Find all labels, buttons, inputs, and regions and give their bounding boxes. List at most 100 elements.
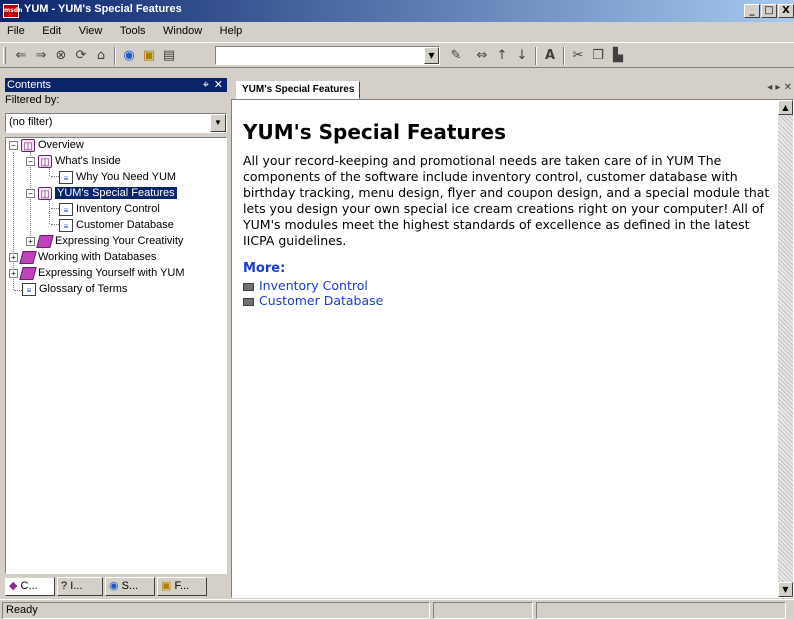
menu-window[interactable]: Window	[156, 22, 209, 40]
filter-label: Filtered by:	[5, 94, 60, 106]
forward-icon[interactable]: ⇒	[32, 47, 50, 65]
more-label: More:	[243, 261, 286, 276]
toolbar-separator	[535, 47, 537, 65]
status-bar: Ready	[0, 599, 794, 619]
filter-select[interactable]: (no filter) ▼	[5, 113, 227, 133]
link-label: Customer Database	[259, 293, 384, 308]
expand-icon[interactable]: +	[26, 236, 35, 246]
stop-icon[interactable]: ⊗	[52, 47, 70, 65]
tree-item-glossary[interactable]: ≡ Glossary of Terms	[22, 282, 127, 298]
tree-item-expressing-creativity[interactable]: + Expressing Your Creativity	[26, 234, 183, 250]
toolbar-grip[interactable]	[3, 47, 6, 64]
tree-item-label: What's Inside	[55, 155, 121, 167]
tab-index[interactable]: ? I...	[57, 577, 103, 596]
tree-line	[14, 290, 22, 291]
contents-tree[interactable]: − ◫ Overview − ◫ What's Inside ≡ Why You Need…	[5, 137, 227, 574]
document-frame: YUM's Special Features All your record-k…	[231, 99, 794, 598]
tab-search[interactable]: ◉ S...	[105, 577, 155, 596]
document-pane: YUM's Special Features ◂ ▸ ✕ YUM's Speci…	[231, 78, 794, 598]
close-button[interactable]: X	[778, 4, 794, 18]
vertical-scrollbar[interactable]: ▲ ▼	[778, 100, 793, 597]
url-combo[interactable]: ▼	[215, 46, 440, 65]
tree-line	[49, 200, 50, 224]
cut-icon[interactable]: ✂	[569, 47, 587, 65]
menu-bar: File Edit View Tools Window Help	[0, 22, 794, 42]
tab-favorites[interactable]: ▣ F...	[157, 577, 207, 596]
toolbar-separator	[563, 47, 565, 65]
search-tab-icon: ◉	[109, 580, 119, 592]
home-icon[interactable]: ⌂	[92, 47, 110, 65]
down-icon[interactable]: ↓	[513, 47, 531, 65]
refresh-icon[interactable]: ⟳	[72, 47, 90, 65]
tree-item-working-with-databases[interactable]: + Working with Databases	[9, 250, 156, 266]
tree-item-label: Why You Need YUM	[76, 171, 177, 183]
chevron-down-icon[interactable]: ▼	[210, 114, 226, 132]
tree-item-special-features[interactable]: − ◫ YUM's Special Features	[26, 186, 177, 202]
expand-icon[interactable]: +	[9, 252, 18, 262]
back-icon[interactable]: ⇐	[12, 47, 30, 65]
paste-icon[interactable]: ▙	[609, 47, 627, 65]
toolbar-separator	[114, 47, 116, 65]
maximize-button[interactable]: □	[761, 4, 777, 18]
document-tab[interactable]: YUM's Special Features	[236, 81, 361, 99]
tree-item-whats-inside[interactable]: − ◫ What's Inside	[26, 154, 121, 170]
menu-tools[interactable]: Tools	[113, 22, 153, 40]
close-icon[interactable]: ✕	[214, 78, 223, 92]
closed-book-icon	[19, 266, 37, 280]
collapse-icon[interactable]: −	[26, 188, 35, 198]
closed-book-icon	[36, 234, 54, 248]
scroll-down-icon[interactable]: ▼	[778, 582, 793, 597]
contents-pane: Contents ⌖ ✕ Filtered by: (no filter) ▼ …	[5, 78, 227, 598]
document-content: YUM's Special Features All your record-k…	[243, 120, 778, 308]
tree-item-inventory-control[interactable]: ≡ Inventory Control	[59, 202, 160, 218]
tree-line	[51, 208, 59, 209]
tree-item-why-you-need-yum[interactable]: ≡ Why You Need YUM	[59, 170, 176, 186]
expand-icon[interactable]: +	[9, 268, 18, 278]
tab-nav-icon[interactable]: ◂ ▸ ✕	[767, 82, 792, 93]
font-size-icon[interactable]: A	[541, 47, 559, 65]
filter-value: (no filter)	[9, 116, 53, 128]
tree-item-label: Working with Databases	[38, 251, 157, 263]
page-icon: ≡	[59, 218, 73, 232]
menu-help[interactable]: Help	[213, 22, 250, 40]
status-text: Ready	[2, 602, 430, 619]
collapse-icon[interactable]: −	[9, 140, 18, 150]
tab-label: C...	[20, 580, 38, 592]
new-icon[interactable]: ✎	[447, 47, 465, 65]
resize-icon[interactable]: ⇔	[473, 47, 491, 65]
scroll-up-icon[interactable]: ▲	[778, 100, 793, 115]
tree-item-expressing-yourself[interactable]: + Expressing Yourself with YUM	[9, 266, 185, 282]
open-book-icon: ◫	[21, 138, 35, 152]
sync-contents-icon[interactable]: ▤	[160, 47, 178, 65]
title-bar: msdn YUM - YUM's Special Features _ □ X	[0, 0, 794, 22]
contents-pane-header: Contents ⌖ ✕	[5, 78, 227, 92]
menu-file[interactable]: File	[0, 22, 32, 40]
page-icon: ≡	[59, 170, 73, 184]
window-title: YUM - YUM's Special Features	[24, 3, 182, 15]
bullet-icon	[243, 282, 254, 291]
tree-item-label: Expressing Yourself with YUM	[38, 267, 185, 279]
link-inventory-control[interactable]: Inventory Control	[243, 278, 778, 293]
tree-item-label: Expressing Your Creativity	[55, 235, 184, 247]
menu-edit[interactable]: Edit	[35, 22, 68, 40]
tree-item-customer-database[interactable]: ≡ Customer Database	[59, 218, 174, 234]
tree-item-overview[interactable]: − ◫ Overview	[9, 138, 84, 154]
bullet-icon	[243, 297, 254, 306]
minimize-button[interactable]: _	[744, 4, 760, 18]
page-icon: ≡	[22, 282, 36, 296]
open-book-icon: ◫	[38, 186, 52, 200]
tree-item-label: Customer Database	[76, 219, 174, 231]
favorites-icon[interactable]: ▣	[140, 47, 158, 65]
status-panel	[536, 602, 786, 619]
menu-view[interactable]: View	[72, 22, 110, 40]
collapse-icon[interactable]: −	[26, 156, 35, 166]
copy-icon[interactable]: ❐	[589, 47, 607, 65]
search-icon[interactable]: ◉	[120, 47, 138, 65]
pin-icon[interactable]: ⌖	[203, 78, 209, 92]
link-customer-database[interactable]: Customer Database	[243, 293, 778, 308]
msdn-app-icon[interactable]: msdn	[3, 4, 22, 18]
chevron-down-icon[interactable]: ▼	[424, 47, 439, 64]
tab-contents[interactable]: ◆ C...	[5, 577, 55, 596]
up-icon[interactable]: ↑	[493, 47, 511, 65]
document-body: All your record-keeping and promotional …	[243, 153, 770, 248]
